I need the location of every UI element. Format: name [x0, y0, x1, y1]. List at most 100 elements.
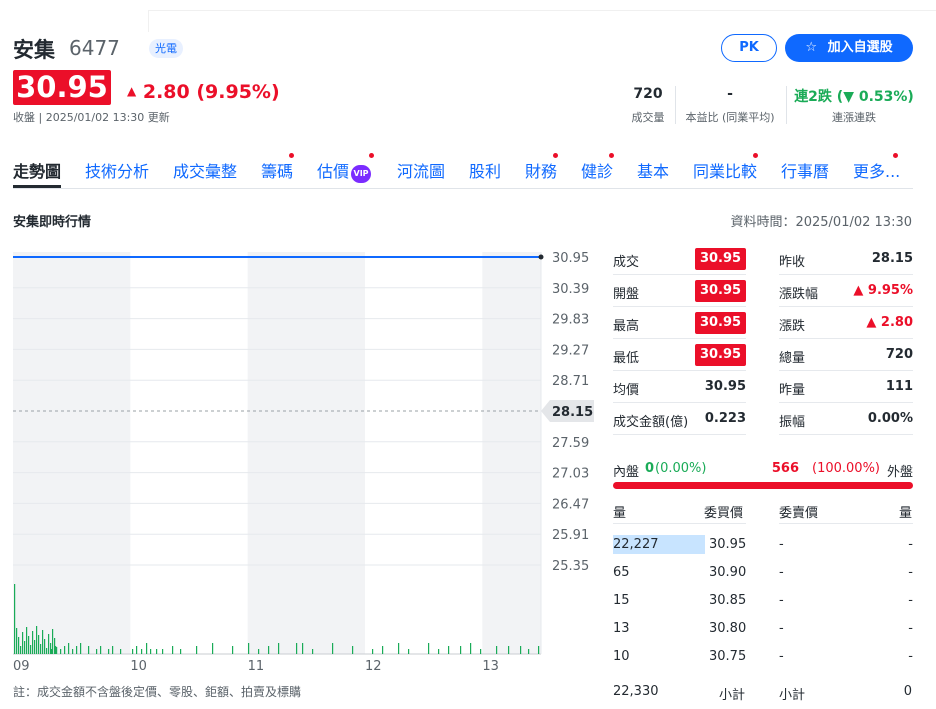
- stat-pe-value: -: [727, 86, 733, 102]
- volume-bar: [352, 646, 354, 654]
- quote-value: 28.15: [871, 251, 913, 266]
- volume-bar: [448, 646, 450, 654]
- tab-technical[interactable]: 技術分析: [85, 158, 149, 182]
- quote-value: 30.95: [695, 344, 746, 366]
- volume-bar: [46, 648, 48, 654]
- quote-label: 成交: [613, 255, 640, 270]
- volume-bar: [382, 646, 384, 654]
- star-icon: ☆: [805, 40, 818, 55]
- orderbook-cell: -: [779, 649, 784, 664]
- outer-value: 566: [771, 461, 799, 476]
- volume-bar: [44, 639, 46, 654]
- tab-chips[interactable]: 籌碼: [261, 158, 293, 182]
- volume-bar: [51, 649, 53, 654]
- orderbook-cell: -: [908, 565, 913, 580]
- quote-value: 30.95: [695, 312, 746, 334]
- volume-bar: [312, 649, 314, 654]
- stat-streak-value: 連2跌 (▼ 0.53%): [794, 89, 914, 105]
- volume-bar: [156, 649, 158, 654]
- y-tick-label: 26.47: [552, 497, 589, 512]
- x-tick-label: 11: [248, 659, 265, 674]
- volume-bar: [16, 628, 18, 654]
- volume-bar: [72, 649, 74, 654]
- ob-header-ask-price: 委賣價: [779, 506, 819, 521]
- tab-valuation-dot: [369, 153, 374, 158]
- stat-streak-label: 連漲連跌: [832, 111, 876, 124]
- stock-code: 6477: [69, 36, 120, 60]
- tab-trades[interactable]: 成交彙整: [173, 158, 237, 182]
- quote-row: 開盤 30.95: [613, 275, 746, 307]
- volume-bar: [80, 643, 82, 654]
- orderbook-cell: -: [779, 537, 784, 552]
- volume-bar: [172, 646, 174, 654]
- stat-pe-label: 本益比 (同業平均): [685, 111, 775, 124]
- volume-bar: [100, 646, 102, 654]
- quote-row: 最高 30.95: [613, 307, 746, 339]
- volume-bar: [296, 643, 298, 654]
- orderbook-total-cell: 0: [903, 684, 912, 699]
- volume-bar: [278, 643, 280, 654]
- tab-calendar[interactable]: 行事曆: [781, 158, 829, 182]
- orderbook-total-cell: 小計: [779, 688, 806, 703]
- tab-basic[interactable]: 基本: [637, 158, 669, 182]
- hour-band: [482, 252, 541, 654]
- orderbook-total-cell: 小計: [719, 688, 746, 703]
- quote-value: 720: [885, 347, 913, 362]
- tab-finance-dot: [553, 153, 558, 158]
- tab-chart[interactable]: 走勢圖: [13, 158, 61, 182]
- quote-row: 昨量 111: [779, 371, 913, 403]
- y-tick-label: 25.35: [552, 559, 589, 574]
- intraday-chart[interactable]: 30.95 30.39 29.83 29.27 28.71 27.59 27.03 26.47…: [0, 240, 600, 680]
- orderbook-cell: -: [779, 621, 784, 636]
- tab-health[interactable]: 健診: [581, 158, 613, 182]
- stock-name: 安集: [13, 38, 55, 62]
- industry-tag[interactable]: 光電: [149, 39, 183, 58]
- volume-bar: [36, 626, 38, 654]
- tab-health-dot: [609, 153, 614, 158]
- volume-bar: [20, 646, 22, 654]
- ob-divider: [613, 523, 746, 524]
- volume-bar: [150, 649, 152, 654]
- volume-bar: [196, 646, 198, 654]
- volume-bar: [232, 646, 234, 654]
- tab-dividend[interactable]: 股利: [469, 158, 501, 182]
- volume-bar: [55, 646, 57, 654]
- quote-value: 30.95: [695, 248, 746, 270]
- quote-row: 成交金額(億) 0.223: [613, 403, 746, 435]
- stat-volume: 720 成交量: [624, 86, 672, 125]
- ob-header-bid-volume: 量: [613, 506, 627, 521]
- orderbook-cell: -: [908, 593, 913, 608]
- tab-finance[interactable]: 財務: [525, 158, 557, 182]
- pk-button[interactable]: PK: [721, 34, 777, 62]
- volume-bar: [180, 649, 182, 654]
- quote-label: 成交金額(億): [613, 415, 689, 430]
- orderbook-cell: -: [779, 593, 784, 608]
- volume-bar: [136, 646, 138, 654]
- tab-peer-dot: [753, 153, 758, 158]
- add-watchlist-label: 加入自選股: [827, 40, 893, 55]
- change-percent: (9.95%): [196, 81, 280, 103]
- orderbook-cell: 30.90: [709, 565, 747, 580]
- volume-bar: [528, 649, 530, 654]
- orderbook-cell: 15: [613, 593, 630, 608]
- volume-bar: [141, 649, 143, 654]
- tab-more[interactable]: 更多...: [853, 158, 900, 182]
- add-watchlist-button[interactable]: ☆ 加入自選股: [785, 34, 913, 62]
- volume-bar: [480, 649, 482, 654]
- volume-bar: [42, 630, 44, 654]
- quote-value: 0.00%: [867, 411, 913, 426]
- outer-ratio-bar: [613, 482, 913, 489]
- orderbook-cell: 22,227: [613, 537, 659, 552]
- quote-row: 振幅 0.00%: [779, 403, 913, 435]
- change-value: 2.80: [142, 81, 190, 103]
- active-tab-underline: [13, 185, 61, 188]
- tab-valuation[interactable]: 估價 VIP: [317, 158, 372, 183]
- orderbook-cell: -: [908, 537, 913, 552]
- volume-bar: [32, 631, 34, 654]
- quote-value: 111: [885, 379, 913, 394]
- tab-peer[interactable]: 同業比較: [693, 158, 757, 182]
- tab-river[interactable]: 河流圖: [397, 158, 445, 182]
- quote-label: 均價: [613, 383, 640, 398]
- quote-value: 30.95: [704, 379, 746, 394]
- volume-bar: [30, 645, 32, 654]
